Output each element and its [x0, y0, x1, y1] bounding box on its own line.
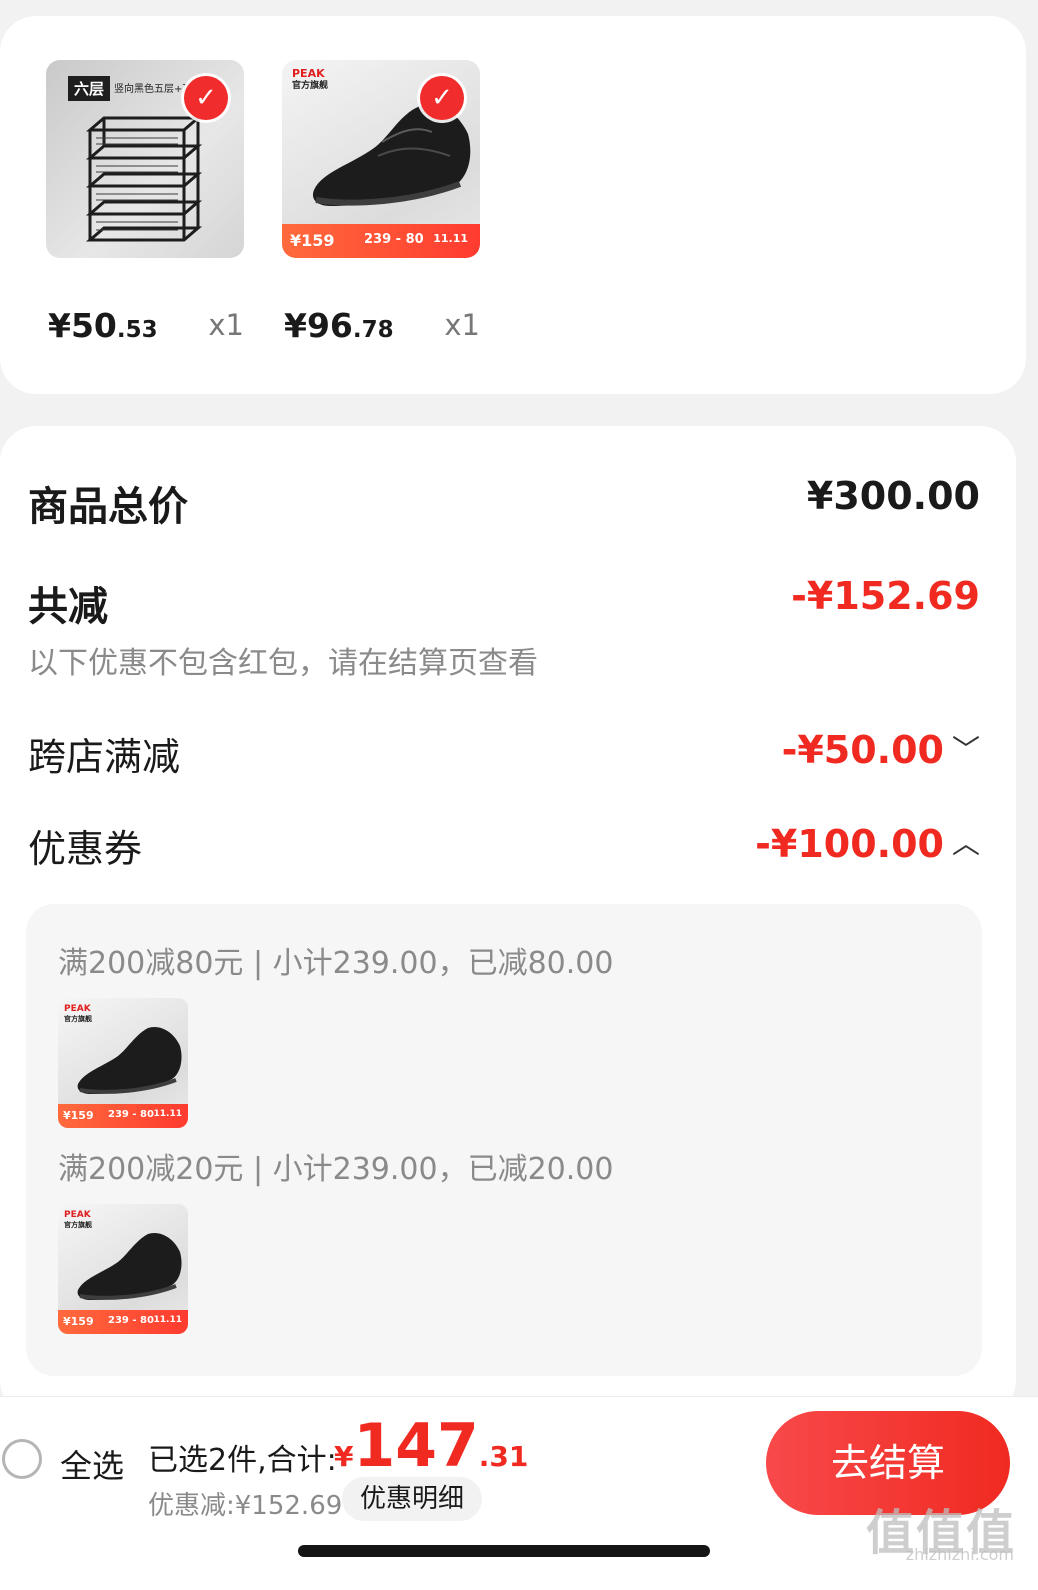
promo-price: ¥159 [63, 1109, 94, 1122]
cross-store-amount: -¥50.00 [781, 728, 944, 772]
total-reduce-label: 共减 [28, 584, 108, 630]
coupon-amount: -¥100.00 [755, 822, 944, 866]
goods-total-label: 商品总价 [28, 484, 188, 530]
promo-strip: ¥159 239 - 80 11.11 [58, 1104, 188, 1128]
promo-event: 11.11 [433, 232, 468, 245]
product-quantity: x1 [444, 308, 480, 342]
promo-price: ¥159 [290, 231, 335, 250]
price-row: ¥50.53 x1 [46, 306, 246, 348]
product-thumbnail-shoe[interactable]: PEAK 官方旗舰 ¥159 239 - 80 11.11 ✓ [282, 60, 480, 258]
check-icon[interactable]: ✓ [184, 76, 228, 120]
coupon-value[interactable]: -¥100.00 ︿ [755, 822, 980, 866]
promo-strip: ¥159 239 - 80 11.11 [282, 224, 480, 258]
price-integer: ¥50 [48, 306, 117, 345]
promo-event: 11.11 [153, 1315, 182, 1325]
discount-detail-button[interactable]: 优惠明细 [342, 1477, 483, 1521]
product-price: ¥96.78 [284, 306, 394, 345]
goods-total-value: ¥300.00 [806, 474, 980, 518]
coupon-detail-line: 满200减80元 | 小计239.00，已减80.00 [58, 946, 614, 981]
price-decimal: .78 [352, 317, 394, 343]
selected-products-card: 六层 竖向黑色五层+顶 ✓ ¥50.53 x1 PEAK 官方旗舰 ¥159 2… [0, 16, 1026, 394]
cross-store-label: 跨店满减 [28, 735, 181, 779]
product-price: ¥50.53 [48, 306, 158, 345]
promo-offer: 239 - 80 [108, 1109, 154, 1120]
price-decimal: .53 [116, 317, 158, 343]
product-item-shoe[interactable]: PEAK 官方旗舰 ¥159 239 - 80 11.11 ✓ ¥96.78 x1 [282, 60, 482, 348]
select-all-label[interactable]: 全选 [60, 1441, 124, 1487]
coupon-label: 优惠券 [28, 827, 143, 871]
product-thumbnail-shelf[interactable]: 六层 竖向黑色五层+顶 ✓ [46, 60, 244, 258]
reduce-note: 以下优惠不包含红包，请在结算页查看 [28, 646, 538, 681]
price-row: ¥96.78 x1 [282, 306, 482, 348]
chevron-down-icon[interactable]: ﹀ [952, 728, 980, 768]
home-indicator[interactable] [298, 1545, 710, 1557]
price-integer: ¥96 [284, 306, 353, 345]
checkout-bar: 全选 已选2件,合计: ¥147.31 优惠减:¥152.69 优惠明细 去结算… [0, 1396, 1038, 1590]
product-item-shelf[interactable]: 六层 竖向黑色五层+顶 ✓ ¥50.53 x1 [46, 60, 246, 348]
total-currency: ¥ [334, 1440, 354, 1473]
chevron-up-icon[interactable]: ︿ [952, 822, 980, 862]
radio-unchecked-icon[interactable] [2, 1439, 42, 1479]
coupon-product-thumbnail[interactable]: PEAK 官方旗舰 ¥159 239 - 80 11.11 [58, 998, 188, 1128]
promo-price: ¥159 [63, 1315, 94, 1328]
product-quantity: x1 [208, 308, 244, 342]
selected-count: 已选2件,合计: [148, 1443, 337, 1478]
discount-summary: 优惠减:¥152.69 [148, 1491, 343, 1521]
promo-strip: ¥159 239 - 80 11.11 [58, 1310, 188, 1334]
promo-offer: 239 - 80 [108, 1315, 154, 1326]
coupon-detail-box: 满200减80元 | 小计239.00，已减80.00 PEAK 官方旗舰 ¥15… [26, 904, 982, 1376]
watermark-url: zhizhizhi.com [905, 1545, 1014, 1564]
coupon-product-thumbnail[interactable]: PEAK 官方旗舰 ¥159 239 - 80 11.11 [58, 1204, 188, 1334]
coupon-detail-line: 满200减20元 | 小计239.00，已减20.00 [58, 1152, 614, 1187]
cross-store-value[interactable]: -¥50.00 ﹀ [782, 728, 980, 772]
check-icon[interactable]: ✓ [420, 76, 464, 120]
price-summary-card: 商品总价 ¥300.00 共减 -¥152.69 以下优惠不包含红包，请在结算页… [0, 426, 1016, 1416]
promo-event: 11.11 [153, 1109, 182, 1119]
total-decimal: .31 [478, 1440, 529, 1473]
promo-offer: 239 - 80 [364, 232, 424, 247]
total-reduce-value: -¥152.69 [791, 574, 980, 618]
total-integer: 147 [353, 1411, 479, 1481]
total-price: ¥147.31 [334, 1411, 528, 1481]
